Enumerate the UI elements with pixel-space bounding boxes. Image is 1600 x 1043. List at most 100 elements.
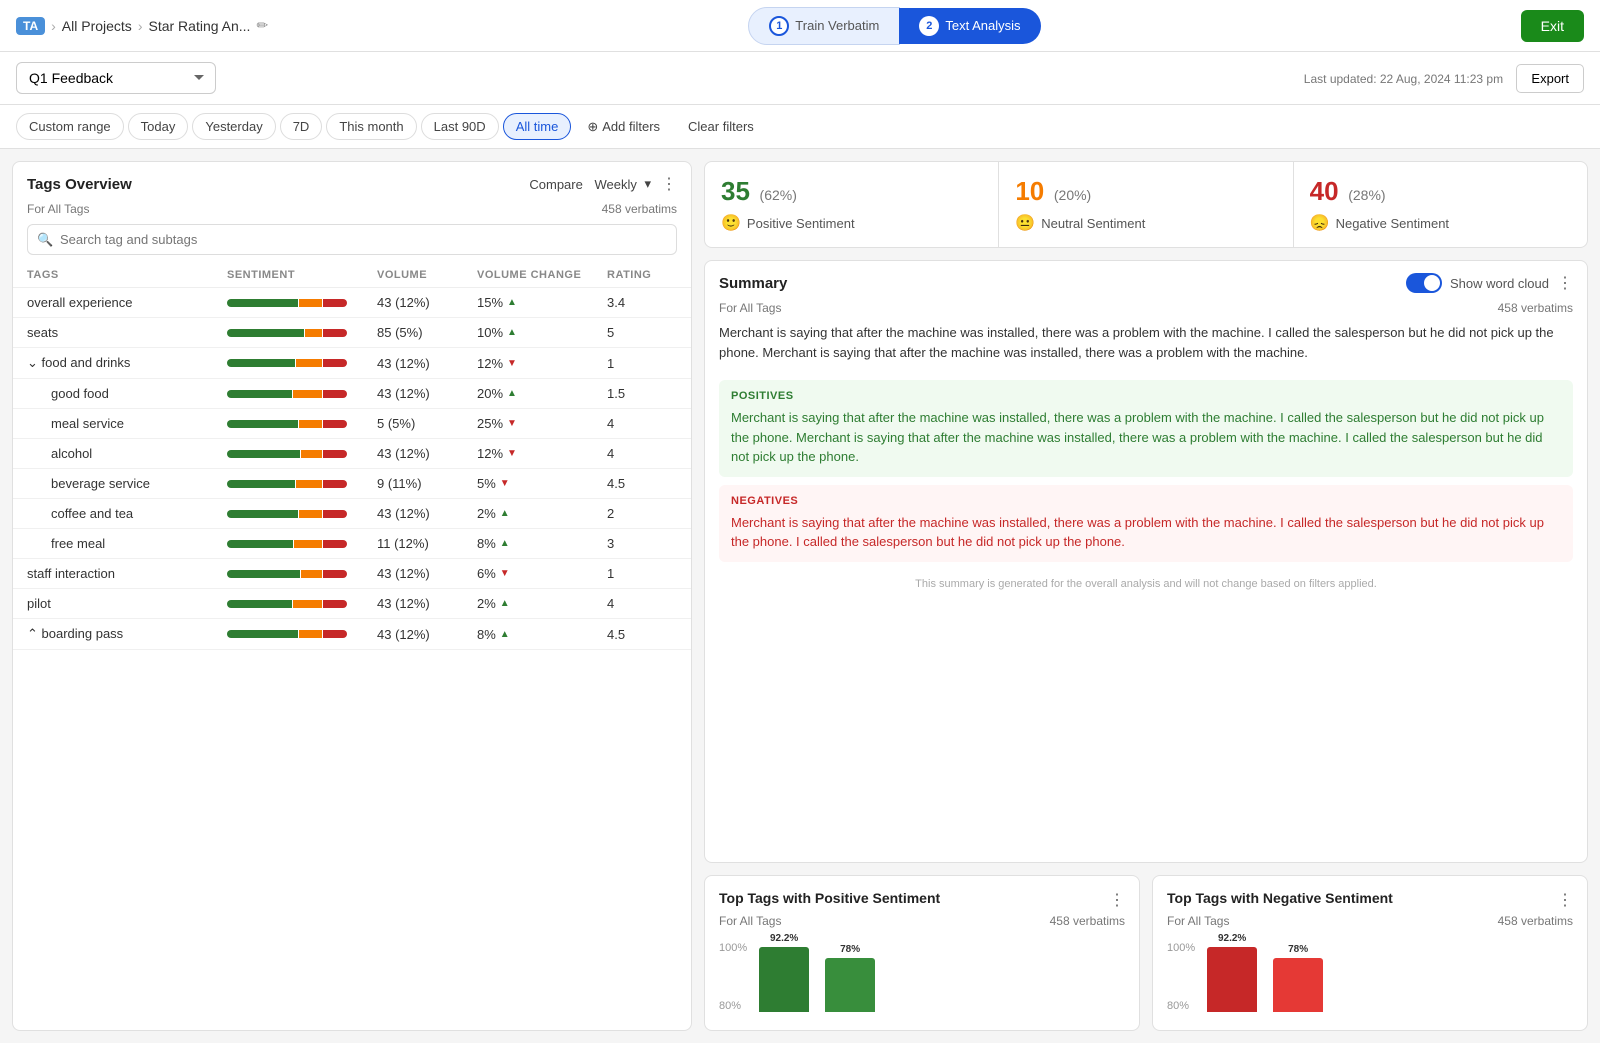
summary-verbatims: 458 verbatims <box>1498 301 1573 315</box>
positive-pct: (62%) <box>760 187 797 203</box>
tag-name[interactable]: ⌃ boarding pass <box>27 626 227 642</box>
step2-num: 2 <box>919 16 939 36</box>
search-input[interactable] <box>27 224 677 255</box>
volume-value: 43 (12%) <box>377 506 477 521</box>
volume-change: 5%▼ <box>477 476 607 491</box>
edit-icon[interactable]: ✏ <box>256 17 268 34</box>
tags-overview-card: Tags Overview Compare Weekly ▾ ⋮ For All… <box>12 161 692 1031</box>
filter-today[interactable]: Today <box>128 113 189 140</box>
volume-value: 43 (12%) <box>377 356 477 371</box>
add-filters-button[interactable]: ⊕ Add filters <box>575 114 672 140</box>
rating-value: 4 <box>607 596 677 611</box>
volume-change: 6%▼ <box>477 566 607 581</box>
positives-label: POSITIVES <box>731 390 1561 402</box>
positive-chart-more-icon[interactable]: ⋮ <box>1109 890 1125 910</box>
feedback-dropdown[interactable]: Q1 Feedback <box>16 62 216 94</box>
filter-bar: Custom range Today Yesterday 7D This mon… <box>0 105 1600 149</box>
clear-filters-button[interactable]: Clear filters <box>676 114 766 139</box>
negative-count: 40 <box>1310 176 1339 206</box>
table-row: ⌄ food and drinks 43 (12%)12%▼1 <box>13 348 691 379</box>
tags-overview-title: Tags Overview <box>27 176 132 193</box>
filter-this-month[interactable]: This month <box>326 113 416 140</box>
tag-name[interactable]: ⌄ food and drinks <box>27 355 227 371</box>
toggle-switch[interactable] <box>1406 273 1442 293</box>
exit-button[interactable]: Exit <box>1521 10 1584 42</box>
table-row: alcohol 43 (12%)12%▼4 <box>13 439 691 469</box>
tag-name[interactable]: coffee and tea <box>27 506 227 521</box>
filter-7d[interactable]: 7D <box>280 113 323 140</box>
negative-chart-more-icon[interactable]: ⋮ <box>1557 890 1573 910</box>
volume-change: 12%▼ <box>477 356 607 371</box>
neg-chart-y2: 80% <box>1167 1000 1195 1012</box>
step-text-analysis[interactable]: 2 Text Analysis <box>899 8 1040 44</box>
rating-value: 3 <box>607 536 677 551</box>
tag-name[interactable]: beverage service <box>27 476 227 491</box>
search-bar[interactable]: 🔍 <box>27 224 677 255</box>
export-button[interactable]: Export <box>1516 64 1584 93</box>
tags-overview-more-icon[interactable]: ⋮ <box>661 174 677 194</box>
volume-change: 12%▼ <box>477 446 607 461</box>
tag-name[interactable]: seats <box>27 325 227 340</box>
neutral-sentiment-card: 10 (20%) 😐 Neutral Sentiment <box>999 162 1293 247</box>
rating-value: 5 <box>607 325 677 340</box>
filter-last-90d[interactable]: Last 90D <box>421 113 499 140</box>
volume-value: 43 (12%) <box>377 596 477 611</box>
breadcrumb-project-name[interactable]: Star Rating An... <box>148 18 250 34</box>
sentiment-cards: 35 (62%) 🙂 Positive Sentiment 10 (20%) 😐… <box>704 161 1588 248</box>
rating-value: 4 <box>607 416 677 431</box>
pipeline-steps: 1 Train Verbatim 2 Text Analysis <box>748 7 1040 45</box>
step2-label: Text Analysis <box>945 18 1020 33</box>
positives-box: POSITIVES Merchant is saying that after … <box>719 380 1573 477</box>
table-row: good food 43 (12%)20%▲1.5 <box>13 379 691 409</box>
tags-table: overall experience 43 (12%)15%▲3.4seats … <box>13 288 691 650</box>
rating-value: 2 <box>607 506 677 521</box>
summary-more-icon[interactable]: ⋮ <box>1557 273 1573 293</box>
negative-emoji: 😞 <box>1310 213 1330 233</box>
negative-chart-title: Top Tags with Negative Sentiment <box>1167 890 1393 906</box>
step-train-verbatim[interactable]: 1 Train Verbatim <box>748 7 900 45</box>
sentiment-bar <box>227 540 377 548</box>
word-cloud-label: Show word cloud <box>1450 276 1549 291</box>
negative-sentiment-card: 40 (28%) 😞 Negative Sentiment <box>1294 162 1587 247</box>
last-updated: Last updated: 22 Aug, 2024 11:23 pm <box>1304 72 1503 86</box>
sentiment-bar <box>227 570 377 578</box>
tag-name[interactable]: free meal <box>27 536 227 551</box>
volume-change: 10%▲ <box>477 325 607 340</box>
summary-body-text: Merchant is saying that after the machin… <box>705 323 1587 372</box>
sentiment-bar <box>227 359 377 367</box>
neutral-label: Neutral Sentiment <box>1041 216 1145 231</box>
neg-bar-2: 78% <box>1273 944 1323 1012</box>
volume-change: 2%▲ <box>477 596 607 611</box>
step1-num: 1 <box>769 16 789 36</box>
filter-custom-range[interactable]: Custom range <box>16 113 124 140</box>
pos-bar-1: 92.2% <box>759 933 809 1012</box>
tag-name[interactable]: pilot <box>27 596 227 611</box>
word-cloud-toggle[interactable]: Show word cloud <box>1406 273 1549 293</box>
negative-chart-card: Top Tags with Negative Sentiment ⋮ For A… <box>1152 875 1588 1031</box>
table-row: free meal 11 (12%)8%▲3 <box>13 529 691 559</box>
sentiment-bar <box>227 390 377 398</box>
table-row: overall experience 43 (12%)15%▲3.4 <box>13 288 691 318</box>
negative-chart-verbatims: 458 verbatims <box>1498 914 1573 928</box>
tag-name[interactable]: staff interaction <box>27 566 227 581</box>
table-row: seats 85 (5%)10%▲5 <box>13 318 691 348</box>
rating-value: 1.5 <box>607 386 677 401</box>
compare-weekly-button[interactable]: Compare Weekly ▾ <box>529 176 651 192</box>
volume-change: 2%▲ <box>477 506 607 521</box>
breadcrumb-sep1: › <box>51 18 56 34</box>
rating-value: 1 <box>607 566 677 581</box>
volume-value: 11 (12%) <box>377 536 477 551</box>
breadcrumb-all-projects[interactable]: All Projects <box>62 18 132 34</box>
tags-overview-verbatims: 458 verbatims <box>602 202 677 216</box>
tag-name[interactable]: overall experience <box>27 295 227 310</box>
positive-count: 35 <box>721 176 750 206</box>
tag-name[interactable]: good food <box>27 386 227 401</box>
tag-name[interactable]: alcohol <box>27 446 227 461</box>
filter-all-time[interactable]: All time <box>503 113 572 140</box>
pos-bar-2: 78% <box>825 944 875 1012</box>
tag-name[interactable]: meal service <box>27 416 227 431</box>
col-tags: TAGS <box>27 269 227 281</box>
summary-subtitle: For All Tags <box>719 301 781 315</box>
sentiment-bar <box>227 299 377 307</box>
filter-yesterday[interactable]: Yesterday <box>192 113 275 140</box>
